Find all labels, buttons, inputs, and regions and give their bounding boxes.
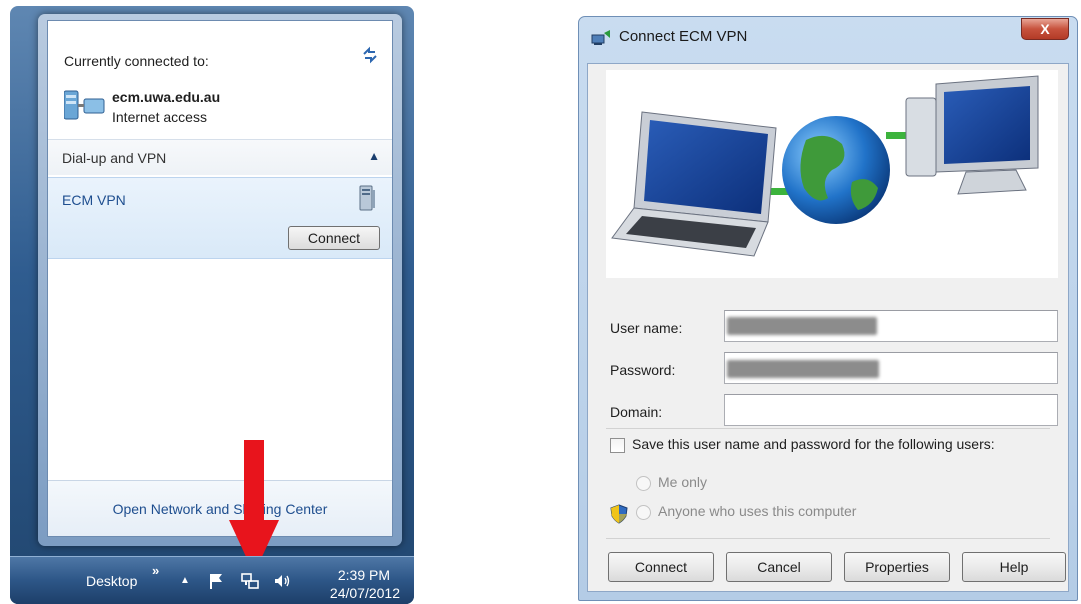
section-label: Dial-up and VPN <box>62 150 167 166</box>
flyout-title: Currently connected to: <box>64 53 209 69</box>
show-hidden-icons-arrow-icon[interactable]: ▲ <box>180 575 190 586</box>
toolbar-overflow-chevron-icon[interactable]: » <box>152 563 159 578</box>
username-label: User name: <box>610 320 683 336</box>
username-field[interactable] <box>724 310 1058 342</box>
help-button[interactable]: Help <box>962 552 1066 582</box>
volume-icon[interactable] <box>272 571 292 591</box>
network-flyout-content: Currently connected to: ecm.uwa.edu.au I… <box>47 20 393 537</box>
network-flyout: Currently connected to: ecm.uwa.edu.au I… <box>38 14 402 546</box>
connected-network-name: ecm.uwa.edu.au <box>112 89 221 105</box>
connect-vpn-dialog: Connect ECM VPN X User name: Password: D… <box>578 16 1078 601</box>
taskbar: Desktop » ▲ 2:39 PM 24/07/2012 <box>10 556 414 604</box>
dialog-body: User name: Password: Domain: Save this u… <box>587 63 1069 592</box>
desktop-toolbar-label[interactable]: Desktop <box>86 573 137 589</box>
vpn-name: ECM VPN <box>62 192 126 208</box>
dialog-title: Connect ECM VPN <box>619 28 748 45</box>
connect-button[interactable]: Connect <box>608 552 714 582</box>
vpn-connection-icon <box>359 185 375 211</box>
password-field[interactable] <box>724 352 1058 384</box>
clock-time[interactable]: 2:39 PM <box>338 567 390 583</box>
action-center-flag-icon[interactable] <box>206 571 226 591</box>
redacted-username <box>727 317 877 335</box>
divider <box>606 428 1050 429</box>
vpn-list-item[interactable]: ECM VPN Connect <box>48 177 392 259</box>
chevron-up-icon[interactable]: ▲ <box>368 149 380 163</box>
save-credentials-checkbox[interactable] <box>610 438 625 453</box>
cancel-button[interactable]: Cancel <box>726 552 832 582</box>
save-credentials-label[interactable]: Save this user name and password for the… <box>632 436 995 452</box>
network-tray-icon[interactable] <box>240 571 260 591</box>
refresh-arrows-icon[interactable] <box>360 45 380 65</box>
uac-shield-icon <box>610 504 628 524</box>
vpn-connection-icon <box>591 30 610 45</box>
password-label: Password: <box>610 362 676 378</box>
clock-date[interactable]: 24/07/2012 <box>330 585 400 601</box>
dialup-vpn-section-header[interactable]: Dial-up and VPN ▲ <box>48 139 392 175</box>
vpn-connect-button[interactable]: Connect <box>288 226 380 250</box>
flyout-footer: Open Network and Sharing Center <box>48 480 392 536</box>
domain-field[interactable] <box>724 394 1058 426</box>
connected-network-status: Internet access <box>112 109 207 125</box>
redacted-password <box>727 360 879 378</box>
me-only-radio[interactable] <box>636 476 651 491</box>
divider <box>606 538 1050 539</box>
anyone-label[interactable]: Anyone who uses this computer <box>658 503 856 519</box>
anyone-radio[interactable] <box>636 505 651 520</box>
me-only-label[interactable]: Me only <box>658 474 707 490</box>
network-sharing-center-link[interactable]: Open Network and Sharing Center <box>48 501 392 517</box>
properties-button[interactable]: Properties <box>844 552 950 582</box>
windows-taskbar-area: Currently connected to: ecm.uwa.edu.au I… <box>10 6 414 604</box>
red-arrow-icon <box>229 440 279 574</box>
close-button[interactable]: X <box>1021 18 1069 40</box>
vpn-network-illustration <box>606 70 1058 278</box>
domain-label: Domain: <box>610 404 663 420</box>
network-connection-icon <box>64 90 105 120</box>
